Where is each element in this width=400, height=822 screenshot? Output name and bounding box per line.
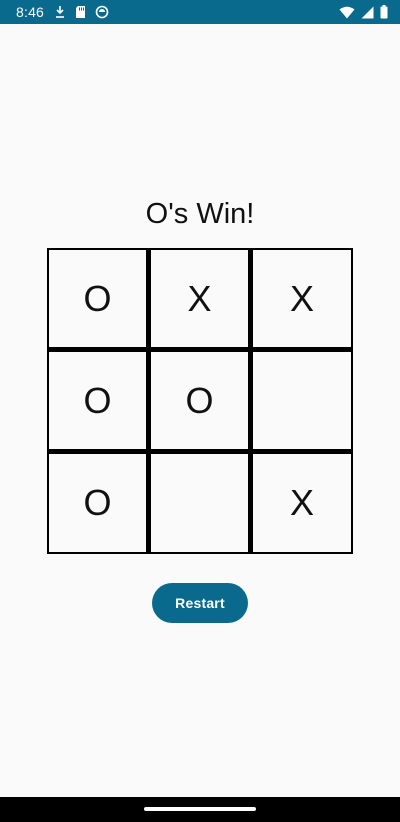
board-cell-r2-c2[interactable]: O — [149, 350, 251, 452]
battery-icon — [380, 5, 388, 19]
board-cell-r2-c1[interactable]: O — [47, 350, 149, 452]
system-icons — [339, 5, 388, 19]
status-time: 8:46 — [16, 4, 45, 20]
cellular-signal-icon — [361, 6, 374, 19]
gesture-handle[interactable] — [144, 807, 256, 811]
tic-tac-toe-board: O X X O O O X — [47, 248, 353, 554]
sync-icon — [95, 5, 109, 19]
status-bar: 8:46 — [0, 0, 400, 24]
restart-button[interactable]: Restart — [152, 583, 248, 623]
board-cell-r1-c2[interactable]: X — [149, 248, 251, 350]
board-cell-r2-c3[interactable] — [251, 350, 353, 452]
wifi-icon — [339, 6, 355, 19]
board-cell-r3-c2[interactable] — [149, 452, 251, 554]
notification-icons — [54, 5, 109, 19]
board-cell-r1-c3[interactable]: X — [251, 248, 353, 350]
board-cell-r3-c3[interactable]: X — [251, 452, 353, 554]
sd-card-icon — [75, 5, 86, 19]
navigation-bar — [0, 797, 400, 822]
board-cell-r1-c1[interactable]: O — [47, 248, 149, 350]
download-icon — [54, 5, 66, 19]
game-status-title: O's Win! — [145, 198, 255, 230]
board-cell-r3-c1[interactable]: O — [47, 452, 149, 554]
